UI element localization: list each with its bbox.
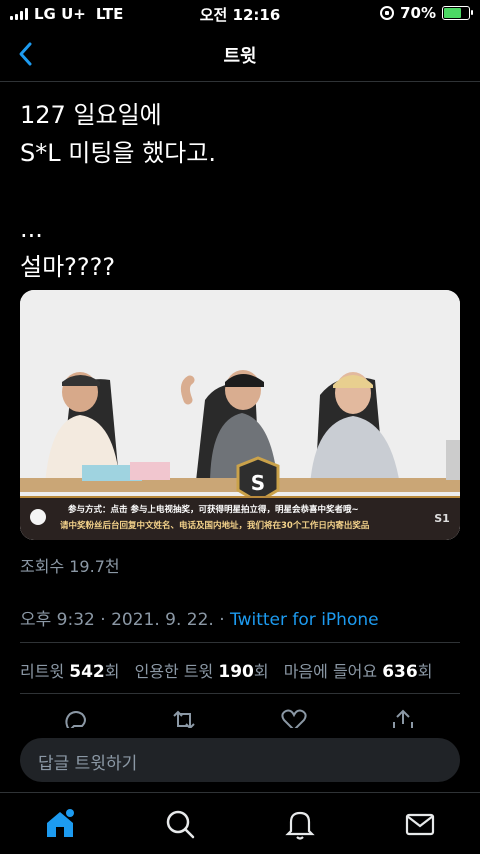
tweet-time: 오후 9:32: [20, 610, 95, 630]
status-bar: LG U+ LTE 오전 12:16 70%: [0, 0, 480, 28]
tweet-media[interactable]: S 参与方式：点击 参与上电视抽奖，可获得明星拍立得，明星会恭喜中奖者哦~ 请中…: [20, 290, 460, 540]
notifications-icon: [285, 811, 315, 840]
meta-separator-2: ·: [219, 610, 225, 630]
tab-search[interactable]: [163, 807, 197, 841]
quotes-suffix: 회: [253, 662, 269, 681]
meta-separator: ·: [100, 610, 106, 630]
page-title: 트윗: [223, 46, 257, 67]
battery-icon: [442, 6, 473, 20]
quotes-label: 인용한 트윗: [134, 662, 214, 681]
likes-label: 마음에 들어요: [283, 662, 378, 681]
view-count: 조회수 19.7천: [20, 557, 120, 576]
tweet-text: 127 일요일에 S*L 미팅을 했다고. ... 설마????: [20, 101, 216, 281]
reply-input[interactable]: 답글 트윗하기: [20, 738, 460, 782]
retweets-stat[interactable]: 리트윗 542회: [20, 662, 120, 682]
tweet-stats: 리트윗 542회 인용한 트윗 190회 마음에 들어요 636회: [20, 658, 432, 682]
top-nav: 트윗: [0, 28, 480, 82]
quotes-stat[interactable]: 인용한 트윗 190회: [134, 662, 269, 682]
tweet-actions: [0, 700, 480, 732]
likes-stat[interactable]: 마음에 들어요 636회: [283, 662, 433, 682]
tab-notifications[interactable]: [283, 807, 317, 841]
tab-home[interactable]: [43, 807, 77, 841]
status-right: 70%: [380, 4, 473, 22]
orientation-lock-icon: [380, 6, 395, 20]
likes-suffix: 회: [417, 662, 433, 681]
retweets-label: 리트윗: [20, 662, 65, 681]
media-banner-line1: 参与方式：点击 参与上电视抽奖，可获得明星拍立得，明星会恭喜中奖者哦~: [68, 504, 359, 515]
battery-percent: 70%: [400, 4, 436, 22]
tab-messages[interactable]: [403, 807, 437, 841]
corner-mark: S1: [434, 512, 450, 525]
messages-icon: [405, 813, 435, 836]
home-icon: [47, 809, 74, 837]
divider: [20, 642, 460, 643]
video-thumbnail: S 参与方式：点击 参与上电视抽奖，可获得明星拍立得，明星会恭喜中奖者哦~ 请中…: [20, 290, 460, 540]
tweet-source-link[interactable]: Twitter for iPhone: [230, 610, 379, 630]
media-banner-line2: 请中奖粉丝后台回复中文姓名、电话及国内地址，我们将在30个工作日内寄出奖品: [60, 520, 370, 531]
tweet-meta: 오후 9:32 · 2021. 9. 22. · Twitter for iPh…: [20, 605, 379, 630]
likes-count: 636: [382, 662, 418, 682]
retweets-suffix: 회: [104, 662, 120, 681]
retweets-count: 542: [69, 662, 105, 682]
reply-bar: 답글 트윗하기: [0, 728, 480, 792]
quotes-count: 190: [218, 662, 254, 682]
tweet-date: 2021. 9. 22.: [111, 610, 214, 630]
search-icon: [166, 810, 195, 839]
battery-fill: [444, 8, 461, 18]
bottom-tab-bar: [0, 792, 480, 854]
center-badge: S: [251, 471, 265, 495]
divider: [20, 693, 460, 694]
